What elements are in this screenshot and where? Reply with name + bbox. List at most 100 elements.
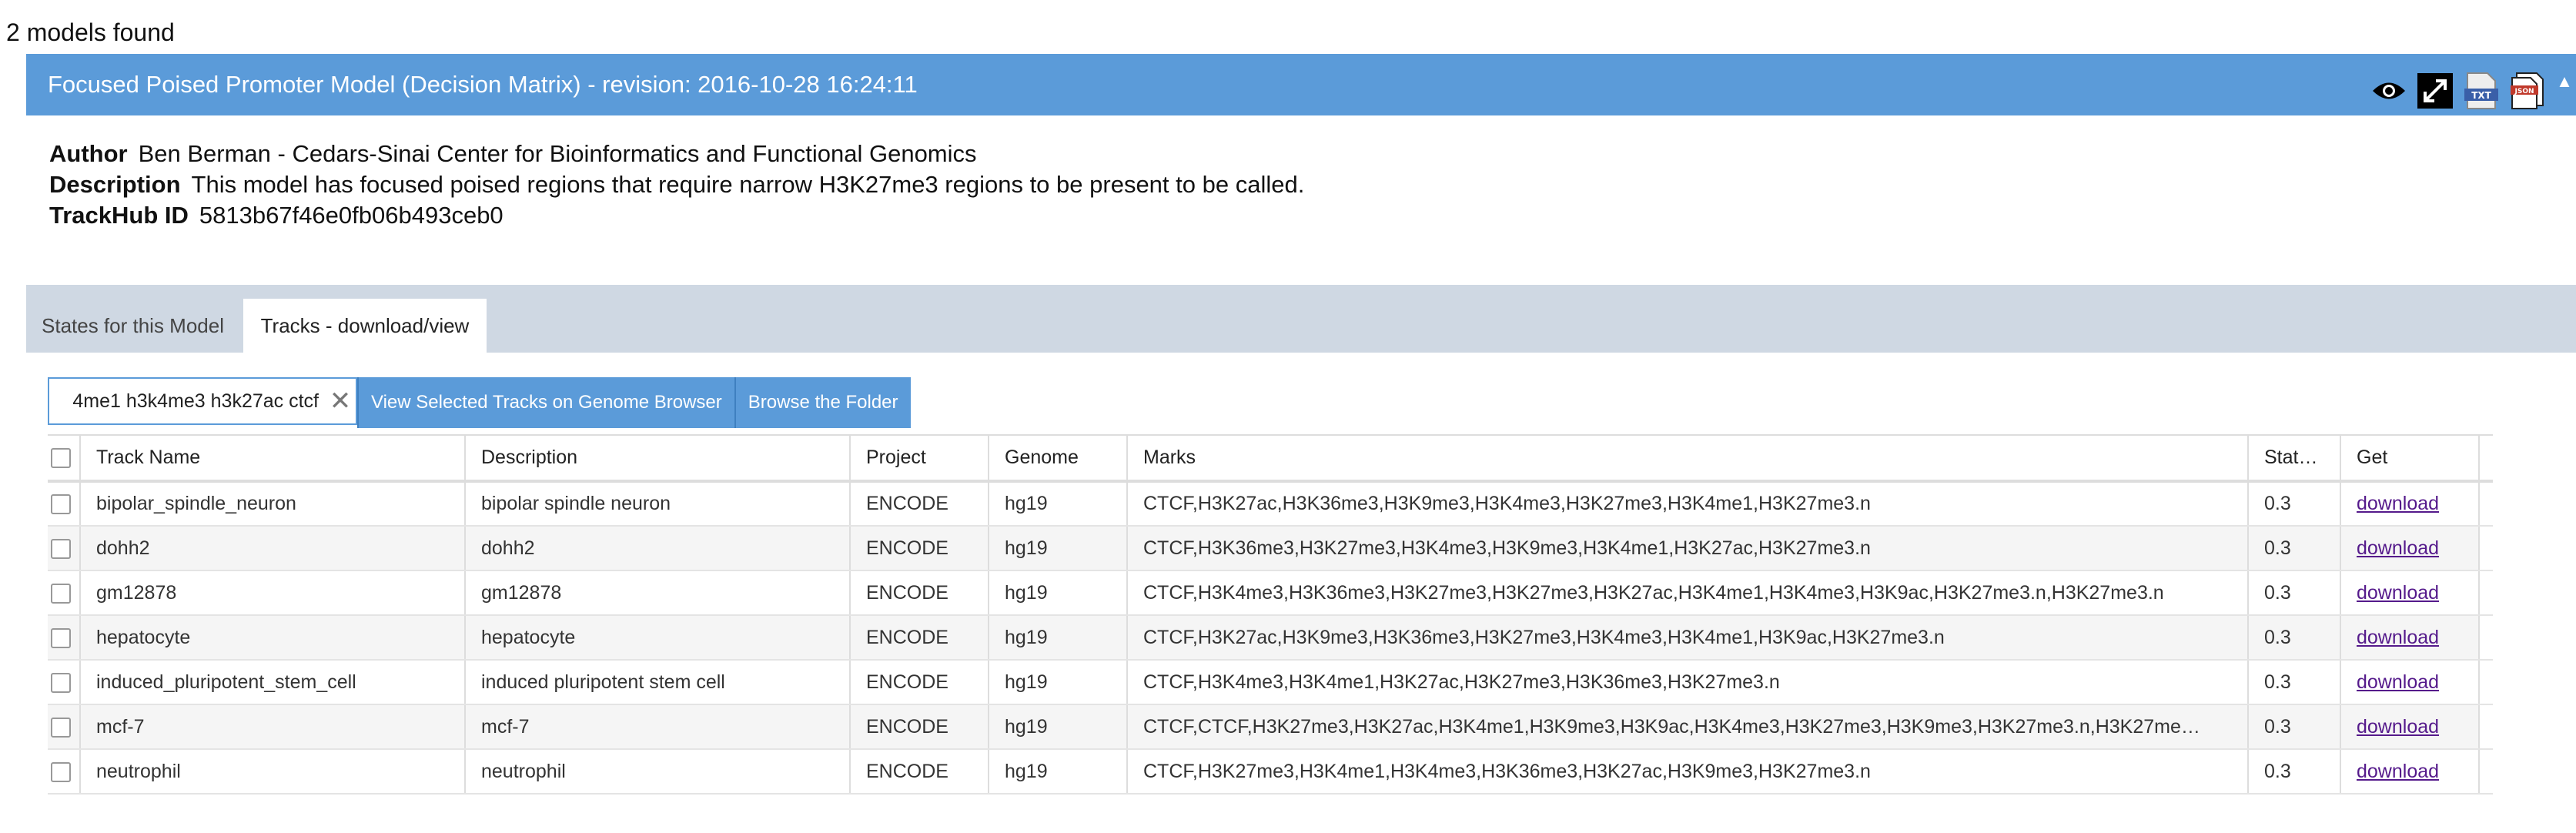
row-spacer [2479, 570, 2493, 616]
cell-track-name: bipolar_spindle_neuron [80, 481, 466, 527]
row-spacer [2479, 749, 2493, 795]
cell-genome: hg19 [989, 570, 1128, 616]
row-spacer [2479, 660, 2493, 705]
filter-box: ✕ [48, 377, 357, 425]
cell-marks: CTCF,H3K4me3,H3K36me3,H3K27me3,H3K27me3,… [1127, 570, 2249, 616]
table-header-row: Track Name Description Project Genome Ma… [48, 434, 2493, 483]
cell-description: neutrophil [465, 749, 851, 795]
row-select-cell [48, 526, 81, 571]
table-row: mcf-7 mcf-7 ENCODE hg19 CTCF,CTCF,H3K27m… [48, 704, 2493, 750]
cell-marks: CTCF,H3K27me3,H3K4me1,H3K4me3,H3K36me3,H… [1127, 749, 2249, 795]
row-checkbox[interactable] [51, 672, 71, 693]
model-info: Author Ben Berman - Cedars-Sinai Center f… [49, 139, 1304, 231]
row-checkbox[interactable] [51, 717, 71, 738]
download-link[interactable]: download [2357, 493, 2439, 514]
table-row: induced_pluripotent_stem_cell induced pl… [48, 660, 2493, 705]
expand-icon[interactable] [2416, 72, 2454, 110]
download-link[interactable]: download [2357, 537, 2439, 559]
cell-genome: hg19 [989, 526, 1128, 571]
cell-status: 0.3 [2248, 615, 2341, 661]
view-on-genome-browser-button[interactable]: View Selected Tracks on Genome Browser [357, 377, 734, 428]
cell-marks: CTCF,H3K4me3,H3K4me1,H3K27ac,H3K27me3,H3… [1127, 660, 2249, 705]
json-file-icon[interactable]: JSON [2508, 72, 2547, 110]
header-icons: TXT JSON ▲ [2362, 69, 2576, 112]
row-checkbox[interactable] [51, 538, 71, 559]
row-checkbox[interactable] [51, 761, 71, 782]
row-spacer [2479, 526, 2493, 571]
txt-file-icon-label: TXT [2471, 90, 2491, 101]
cell-description: gm12878 [465, 570, 851, 616]
author-value: Ben Berman - Cedars-Sinai Center for Bio… [138, 140, 977, 167]
cell-marks: CTCF,H3K27ac,H3K36me3,H3K9me3,H3K4me3,H3… [1127, 481, 2249, 527]
cell-track-name: induced_pluripotent_stem_cell [80, 660, 466, 705]
cell-track-name: neutrophil [80, 749, 466, 795]
cell-genome: hg19 [989, 704, 1128, 750]
browse-folder-button[interactable]: Browse the Folder [734, 377, 911, 428]
description-label: Description [49, 171, 181, 198]
download-link[interactable]: download [2357, 582, 2439, 604]
cell-project: ENCODE [850, 660, 989, 705]
eye-icon[interactable] [2370, 72, 2408, 110]
cell-status: 0.3 [2248, 704, 2341, 750]
trackhub-label: TrackHub ID [49, 202, 189, 229]
json-file-icon-label: JSON [2514, 88, 2534, 95]
cell-status: 0.3 [2248, 570, 2341, 616]
cell-description: hepatocyte [465, 615, 851, 661]
table-row: hepatocyte hepatocyte ENCODE hg19 CTCF,H… [48, 615, 2493, 661]
cell-get: download [2340, 481, 2480, 527]
cell-description: dohh2 [465, 526, 851, 571]
header-track-name[interactable]: Track Name [80, 434, 466, 483]
header-marks[interactable]: Marks [1127, 434, 2249, 483]
tracks-table: Track Name Description Project Genome Ma… [48, 434, 2493, 795]
cell-track-name: mcf-7 [80, 704, 466, 750]
download-link[interactable]: download [2357, 671, 2439, 693]
row-checkbox[interactable] [51, 583, 71, 604]
cell-marks: CTCF,CTCF,H3K27me3,H3K27ac,H3K4me1,H3K9m… [1127, 704, 2249, 750]
select-all-checkbox[interactable] [51, 448, 71, 469]
download-link[interactable]: download [2357, 627, 2439, 648]
author-label: Author [49, 140, 128, 167]
row-select-cell [48, 749, 81, 795]
cell-description: mcf-7 [465, 704, 851, 750]
row-select-cell [48, 615, 81, 661]
tab-states-for-model[interactable]: States for this Model [26, 299, 239, 353]
header-project[interactable]: Project [850, 434, 989, 483]
tabs-bar: States for this Model Tracks - download/… [26, 285, 2576, 353]
header-status[interactable]: Stat… [2248, 434, 2341, 483]
model-title[interactable]: Focused Poised Promoter Model (Decision … [48, 54, 918, 115]
cell-project: ENCODE [850, 526, 989, 571]
header-get[interactable]: Get [2340, 434, 2480, 483]
cell-description: induced pluripotent stem cell [465, 660, 851, 705]
model-header[interactable]: Focused Poised Promoter Model (Decision … [26, 54, 2576, 115]
row-checkbox[interactable] [51, 627, 71, 648]
row-select-cell [48, 704, 81, 750]
cell-status: 0.3 [2248, 481, 2341, 527]
cell-description: bipolar spindle neuron [465, 481, 851, 527]
cell-get: download [2340, 660, 2480, 705]
collapse-caret-icon[interactable]: ▲ [2553, 72, 2576, 110]
select-all-header [48, 434, 81, 483]
download-link[interactable]: download [2357, 716, 2439, 738]
header-genome[interactable]: Genome [989, 434, 1128, 483]
header-description[interactable]: Description [465, 434, 851, 483]
download-link[interactable]: download [2357, 761, 2439, 782]
table-row: neutrophil neutrophil ENCODE hg19 CTCF,H… [48, 749, 2493, 795]
cell-project: ENCODE [850, 570, 989, 616]
author-row: Author Ben Berman - Cedars-Sinai Center f… [49, 139, 1304, 169]
filter-input[interactable] [49, 379, 325, 423]
table-row: bipolar_spindle_neuron bipolar spindle n… [48, 481, 2493, 527]
cell-marks: CTCF,H3K27ac,H3K9me3,H3K36me3,H3K27me3,H… [1127, 615, 2249, 661]
row-spacer [2479, 481, 2493, 527]
cell-track-name: dohh2 [80, 526, 466, 571]
trackhub-value: 5813b67f46e0fb06b493ceb0 [199, 202, 503, 229]
cell-project: ENCODE [850, 615, 989, 661]
cell-get: download [2340, 704, 2480, 750]
cell-status: 0.3 [2248, 749, 2341, 795]
models-found-count: 2 models found [6, 18, 175, 46]
tab-tracks-download-view[interactable]: Tracks - download/view [243, 299, 487, 353]
row-checkbox[interactable] [51, 494, 71, 515]
txt-file-icon[interactable]: TXT [2462, 72, 2501, 110]
cell-marks: CTCF,H3K36me3,H3K27me3,H3K4me3,H3K9me3,H… [1127, 526, 2249, 571]
row-select-cell [48, 481, 81, 527]
clear-filter-icon[interactable]: ✕ [325, 386, 356, 416]
